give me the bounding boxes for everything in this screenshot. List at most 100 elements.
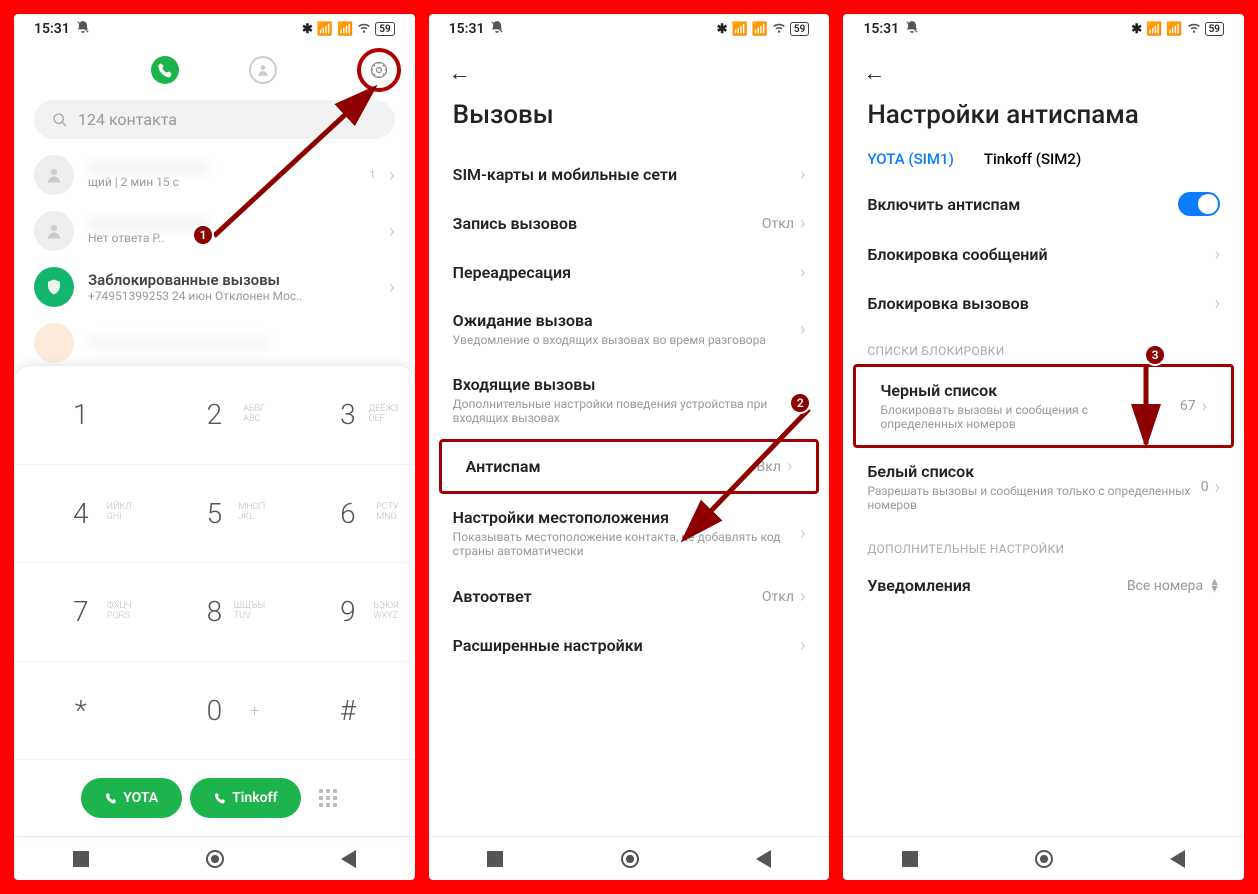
- dnd-icon: [76, 20, 90, 38]
- status-bar: 15:31 ✱📶📶 59: [843, 14, 1244, 44]
- nav-recent[interactable]: [73, 851, 89, 867]
- annotation-marker-1: 1: [192, 224, 214, 246]
- battery-icon: 59: [790, 22, 809, 36]
- status-time: 15:31: [863, 21, 899, 37]
- key-6[interactable]: 6РСТУMNO: [281, 465, 415, 564]
- row-blacklist[interactable]: Черный списокБлокировать вызовы и сообще…: [856, 367, 1231, 445]
- status-time: 15:31: [34, 21, 70, 37]
- blocked-calls-item[interactable]: Заблокированные вызовы +74951399253 24 и…: [14, 259, 415, 315]
- dnd-icon: [490, 20, 504, 38]
- blocked-title: Заблокированные вызовы: [88, 271, 375, 289]
- row-incoming[interactable]: Входящие вызовыДополнительные настройки …: [429, 361, 830, 439]
- key-0[interactable]: 0+: [148, 662, 282, 761]
- avatar-icon: [34, 323, 74, 363]
- recent-call-1[interactable]: щий | 2 мин 15 с 1 ›: [14, 147, 415, 203]
- nav-back[interactable]: [1170, 850, 1185, 868]
- bluetooth-icon: ✱: [302, 22, 313, 37]
- bluetooth-icon: ✱: [717, 22, 728, 37]
- row-antispam[interactable]: Антиспам Вкл›: [442, 442, 817, 491]
- recent-sub: Нет ответа Р..: [88, 231, 375, 245]
- key-3[interactable]: 3ДЕЁЖЗDEF: [281, 366, 415, 465]
- sim-tab-2[interactable]: Tinkoff (SIM2): [984, 150, 1081, 168]
- key-7[interactable]: 7ФХЦЧPQRS: [14, 563, 148, 662]
- wifi-icon: [772, 20, 786, 38]
- tab-calls[interactable]: [151, 56, 179, 84]
- search-placeholder: 124 контакта: [78, 110, 177, 129]
- sim-indicator: 1: [370, 170, 376, 181]
- wifi-icon: [357, 20, 371, 38]
- row-whitelist[interactable]: Белый списокРазрешать вызовы и сообщения…: [843, 448, 1244, 526]
- sim-tab-1[interactable]: YOTA (SIM1): [867, 150, 953, 168]
- redacted-name: [88, 217, 208, 231]
- call-sim1-button[interactable]: YOTA: [81, 778, 182, 818]
- avatar-icon: [34, 155, 74, 195]
- row-sim-cards[interactable]: SIM-карты и мобильные сети ›: [429, 150, 830, 199]
- page-title: Настройки антиспама: [843, 90, 1244, 150]
- chevron-right-icon[interactable]: ›: [389, 165, 394, 186]
- back-button[interactable]: ←: [429, 44, 830, 90]
- row-block-calls[interactable]: Блокировка вызовов›: [843, 279, 1244, 328]
- sim-tabs: YOTA (SIM1) Tinkoff (SIM2): [843, 150, 1244, 178]
- tab-contacts[interactable]: [249, 56, 277, 84]
- annotation-marker-3: 3: [1144, 344, 1166, 366]
- nav-back[interactable]: [756, 850, 771, 868]
- wifi-icon: [1187, 20, 1201, 38]
- nav-recent[interactable]: [487, 851, 503, 867]
- nav-home[interactable]: [206, 850, 224, 868]
- annotation-highlight-3: Черный списокБлокировать вызовы и сообще…: [853, 364, 1234, 448]
- search-icon: [52, 112, 68, 128]
- screen-dialer: 15:31 ✱ 📶 📶 59 124 контакта: [14, 14, 415, 880]
- chevron-right-icon[interactable]: ›: [389, 221, 394, 242]
- top-tabs: [14, 44, 415, 92]
- screen-antispam: 15:31 ✱📶📶 59 ← Настройки антиспама YOTA …: [843, 14, 1244, 880]
- row-enable-antispam[interactable]: Включить антиспам: [843, 178, 1244, 230]
- back-button[interactable]: ←: [843, 44, 1244, 90]
- key-4[interactable]: 4ИЙКЛGHI: [14, 465, 148, 564]
- row-notifications[interactable]: Уведомления Все номера▲▼: [843, 562, 1244, 609]
- row-call-waiting[interactable]: Ожидание вызоваУведомление о входящих вы…: [429, 297, 830, 361]
- key-2[interactable]: 2АБВГABC: [148, 366, 282, 465]
- key-5[interactable]: 5МНОПJKL: [148, 465, 282, 564]
- signal-icon: 📶: [317, 22, 333, 37]
- chevron-right-icon: ›: [800, 164, 805, 185]
- toggle-on[interactable]: [1178, 192, 1220, 216]
- row-advanced[interactable]: Расширенные настройки ›: [429, 621, 830, 670]
- call-sim2-button[interactable]: Tinkoff: [190, 778, 301, 818]
- recent-call-3[interactable]: [14, 315, 415, 371]
- sort-icon: ▲▼: [1209, 579, 1220, 592]
- section-blocklists: СПИСКИ БЛОКИРОВКИ: [843, 328, 1244, 364]
- android-nav: [14, 836, 415, 880]
- nav-back[interactable]: [341, 850, 356, 868]
- dialpad: 12АБВГABC3ДЕЁЖЗDEF 4ИЙКЛGHI5МНОПJKL6РСТУM…: [14, 365, 415, 836]
- annotation-ring-1: [357, 48, 401, 92]
- screen-call-settings: 15:31 ✱📶📶 59 ← Вызовы SIM-карты и мобиль…: [429, 14, 830, 880]
- search-input[interactable]: 124 контакта: [34, 100, 395, 139]
- row-autoanswer[interactable]: Автоответ Откл›: [429, 572, 830, 621]
- row-forwarding[interactable]: Переадресация ›: [429, 248, 830, 297]
- redacted-name: [88, 161, 208, 175]
- dialpad-toggle-icon[interactable]: [319, 789, 347, 807]
- annotation-highlight-2: Антиспам Вкл›: [439, 439, 820, 494]
- nav-recent[interactable]: [902, 851, 918, 867]
- key-9[interactable]: 9ЬЭЮЯWXYZ: [281, 563, 415, 662]
- battery-icon: 59: [375, 22, 394, 36]
- redacted-name: [88, 336, 268, 350]
- blocked-sub: +74951399253 24 июн Отклонен Мос..: [88, 289, 375, 303]
- dnd-icon: [905, 20, 919, 38]
- row-block-messages[interactable]: Блокировка сообщений›: [843, 230, 1244, 279]
- row-location[interactable]: Настройки местоположенияПоказывать место…: [429, 494, 830, 572]
- android-nav: [843, 836, 1244, 880]
- recent-call-2[interactable]: Нет ответа Р.. ›: [14, 203, 415, 259]
- chevron-right-icon[interactable]: ›: [389, 277, 394, 298]
- status-bar: 15:31 ✱ 📶 📶 59: [14, 14, 415, 44]
- row-call-recording[interactable]: Запись вызовов Откл›: [429, 199, 830, 248]
- nav-home[interactable]: [621, 850, 639, 868]
- key-1[interactable]: 1: [14, 366, 148, 465]
- nav-home[interactable]: [1035, 850, 1053, 868]
- key-8[interactable]: 8ШЩЪЫTUV: [148, 563, 282, 662]
- key-#[interactable]: #: [281, 662, 415, 761]
- signal-icon: 📶: [337, 22, 353, 37]
- key-*[interactable]: *: [14, 662, 148, 761]
- status-bar: 15:31 ✱📶📶 59: [429, 14, 830, 44]
- section-additional: ДОПОЛНИТЕЛЬНЫЕ НАСТРОЙКИ: [843, 526, 1244, 562]
